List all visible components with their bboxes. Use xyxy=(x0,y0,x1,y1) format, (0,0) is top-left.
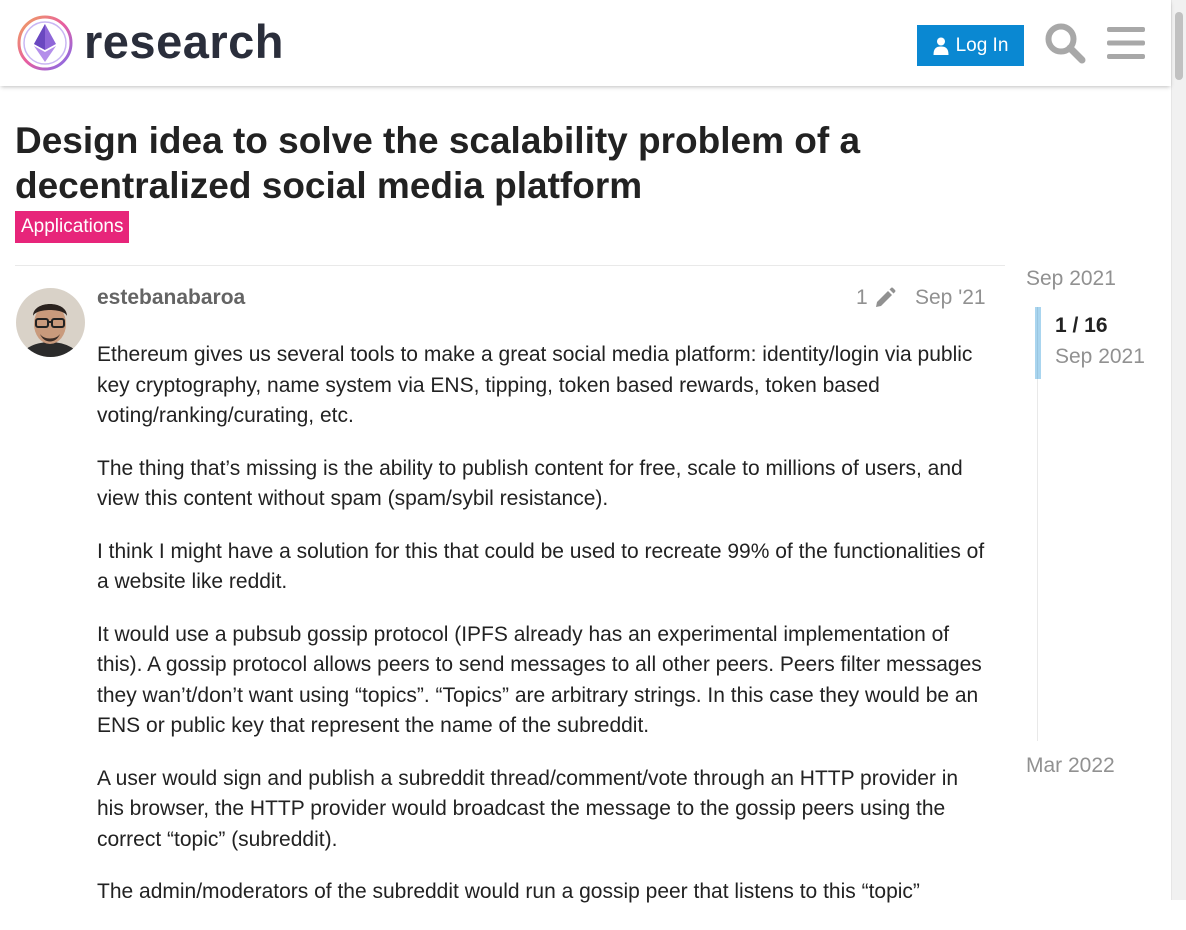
login-button[interactable]: Log In xyxy=(917,25,1024,66)
timeline-start-date[interactable]: Sep 2021 xyxy=(1026,267,1116,291)
hamburger-menu-icon[interactable] xyxy=(1107,26,1145,60)
post-paragraph: The thing that’s missing is the ability … xyxy=(97,456,963,511)
page-scrollbar[interactable] xyxy=(1171,0,1186,900)
edit-count: 1 xyxy=(856,286,868,309)
scrollbar-thumb[interactable] xyxy=(1175,12,1183,80)
site-header: research Log In xyxy=(0,0,1171,86)
post-body: Ethereum gives us several tools to make … xyxy=(97,340,987,930)
avatar[interactable] xyxy=(16,288,85,357)
search-icon[interactable] xyxy=(1044,22,1086,64)
title-divider xyxy=(15,265,1005,266)
post-paragraph: A user would sign and publish a subreddi… xyxy=(97,766,959,851)
post-author[interactable]: estebanabaroa xyxy=(97,286,245,310)
timeline-end-date[interactable]: Mar 2022 xyxy=(1026,754,1115,778)
post-paragraph: I think I might have a solution for this… xyxy=(97,539,985,594)
login-label: Log In xyxy=(955,34,1009,56)
topic-title[interactable]: Design idea to solve the scalability pro… xyxy=(15,118,995,208)
timeline-position: 1 / 16 xyxy=(1055,314,1108,337)
post-paragraph: It would use a pubsub gossip protocol (I… xyxy=(97,622,982,738)
post-date[interactable]: Sep '21 xyxy=(915,286,986,310)
pencil-icon xyxy=(875,287,896,307)
category-badge[interactable]: Applications xyxy=(15,211,130,243)
post-paragraph: The admin/moderators of the subreddit wo… xyxy=(97,880,920,903)
user-icon xyxy=(933,37,949,55)
site-logo[interactable] xyxy=(16,14,74,72)
site-wordmark[interactable]: research xyxy=(84,14,284,70)
edit-history[interactable]: 1 xyxy=(856,286,896,310)
post-paragraph: Ethereum gives us several tools to make … xyxy=(97,343,973,427)
timeline-scroll-handle[interactable] xyxy=(1035,307,1041,379)
timeline-position-date: Sep 2021 xyxy=(1055,345,1145,368)
